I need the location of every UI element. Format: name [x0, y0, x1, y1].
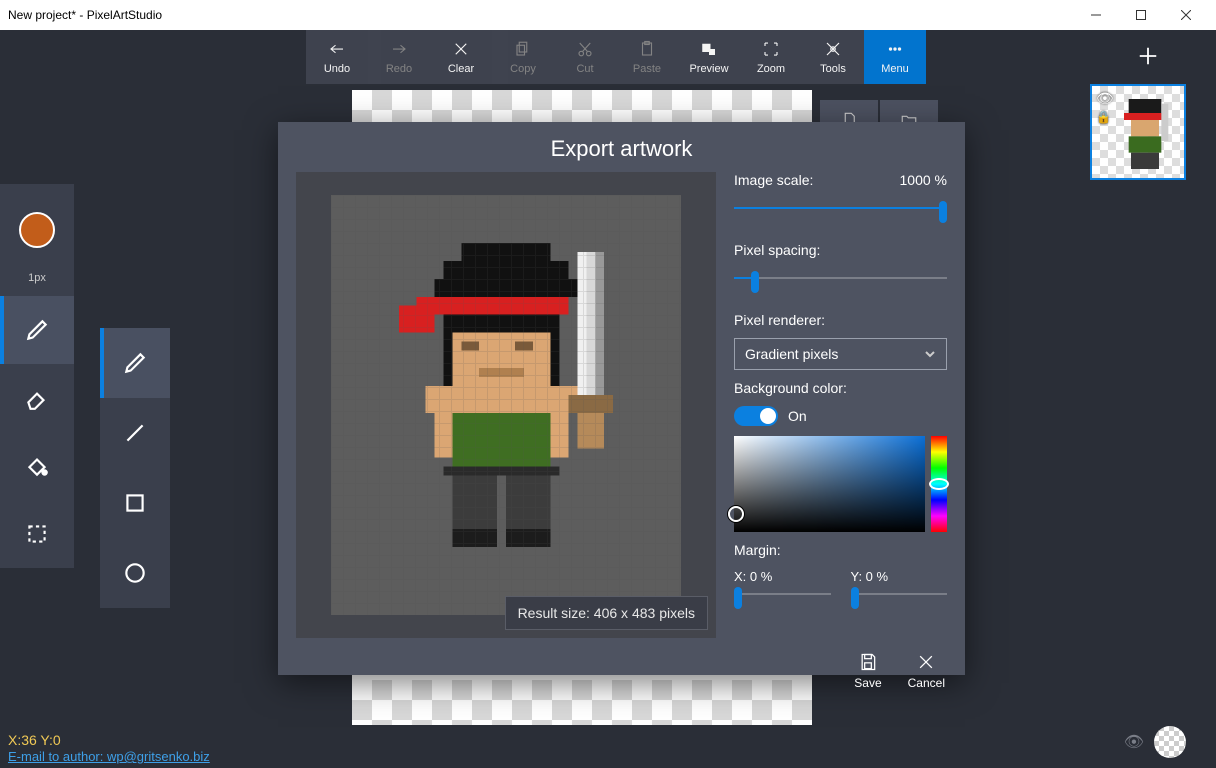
lock-icon[interactable]: 🔒: [1096, 110, 1111, 124]
layer-preview-art: [1110, 94, 1180, 174]
clear-icon: [452, 39, 470, 59]
zoom-icon: [762, 39, 780, 59]
image-scale-label: Image scale:: [734, 172, 813, 188]
pixel-renderer-label: Pixel renderer:: [734, 312, 947, 328]
brush-variant-line[interactable]: [100, 398, 170, 468]
brush-size: 1px: [28, 272, 46, 284]
preview-button[interactable]: Preview: [678, 30, 740, 84]
close-button[interactable]: [1163, 0, 1208, 30]
margin-label: Margin:: [734, 542, 947, 558]
margin-y-value: Y: 0 %: [851, 569, 889, 584]
chevron-down-icon: [924, 348, 936, 360]
clear-button[interactable]: Clear: [430, 30, 492, 84]
eraser-tool[interactable]: [0, 364, 74, 432]
tools-button[interactable]: Tools: [802, 30, 864, 84]
menu-icon: [886, 39, 904, 59]
color-swatch[interactable]: [19, 212, 55, 248]
cut-icon: [576, 39, 594, 59]
status-coordinates: X:36 Y:0: [8, 732, 210, 748]
save-button[interactable]: Save: [854, 652, 881, 690]
add-layer-button[interactable]: [1130, 38, 1166, 74]
pixel-renderer-select[interactable]: Gradient pixels: [734, 338, 947, 370]
result-size: Result size: 406 x 483 pixels: [505, 596, 708, 630]
save-icon: [858, 652, 878, 672]
layer-bg-circle[interactable]: [1154, 726, 1186, 758]
undo-icon: [328, 39, 346, 59]
layer-footer: 👁: [1124, 726, 1186, 758]
close-icon: [916, 652, 936, 672]
pencil-tool[interactable]: [0, 296, 74, 364]
tools-icon: [824, 39, 842, 59]
color-hue-bar[interactable]: [931, 436, 947, 532]
cancel-button[interactable]: Cancel: [908, 652, 945, 690]
brush-variant-rect[interactable]: [100, 468, 170, 538]
tool-panel-left-2: [100, 328, 170, 608]
brush-variant-circle[interactable]: [100, 538, 170, 608]
brush-variant-pencil[interactable]: [100, 328, 170, 398]
minimize-button[interactable]: [1073, 0, 1118, 30]
color-saturation-box[interactable]: [734, 436, 925, 532]
redo-icon: [390, 39, 408, 59]
titlebar: New project* - PixelArtStudio: [0, 0, 1216, 30]
copy-icon: [514, 39, 532, 59]
export-preview-pane: Result size: 406 x 483 pixels: [296, 172, 716, 638]
tool-panel-left: 1px: [0, 184, 74, 568]
undo-button[interactable]: Undo: [306, 30, 368, 84]
export-dialog: Export artwork: [278, 122, 965, 675]
paste-button[interactable]: Paste: [616, 30, 678, 84]
zoom-button[interactable]: Zoom: [740, 30, 802, 84]
preview-icon: [700, 39, 718, 59]
copy-button[interactable]: Copy: [492, 30, 554, 84]
status-bar: X:36 Y:0 E-mail to author: wp@gritsenko.…: [8, 732, 210, 764]
pixel-spacing-label: Pixel spacing:: [734, 242, 947, 258]
menu-button[interactable]: Menu: [864, 30, 926, 84]
margin-y-slider[interactable]: [851, 584, 948, 604]
toolbar: Undo Redo Clear Copy Cut Paste Preview Z…: [306, 30, 926, 84]
bgcolor-label: Background color:: [734, 380, 947, 396]
export-preview-art: [331, 195, 681, 615]
export-controls: Image scale: 1000 % Pixel spacing: Pixel…: [734, 172, 947, 638]
fill-tool[interactable]: [0, 432, 74, 500]
image-scale-slider[interactable]: [734, 198, 947, 218]
workspace: Undo Redo Clear Copy Cut Paste Preview Z…: [0, 30, 1216, 768]
paste-icon: [638, 39, 656, 59]
select-tool[interactable]: [0, 500, 74, 568]
status-mail-link[interactable]: E-mail to author: wp@gritsenko.biz: [8, 749, 210, 764]
margin-x-slider[interactable]: [734, 584, 831, 604]
window-title: New project* - PixelArtStudio: [8, 8, 162, 22]
layer-thumbnail[interactable]: 👁 🔒: [1090, 84, 1186, 180]
image-scale-value: 1000 %: [900, 172, 947, 188]
visibility-all-icon[interactable]: 👁: [1124, 732, 1144, 752]
pixel-spacing-slider[interactable]: [734, 268, 947, 288]
maximize-button[interactable]: [1118, 0, 1163, 30]
bgcolor-state: On: [788, 408, 807, 424]
redo-button[interactable]: Redo: [368, 30, 430, 84]
bgcolor-toggle[interactable]: [734, 406, 778, 426]
dialog-title: Export artwork: [278, 122, 965, 172]
cut-button[interactable]: Cut: [554, 30, 616, 84]
margin-x-value: X: 0 %: [734, 569, 772, 584]
